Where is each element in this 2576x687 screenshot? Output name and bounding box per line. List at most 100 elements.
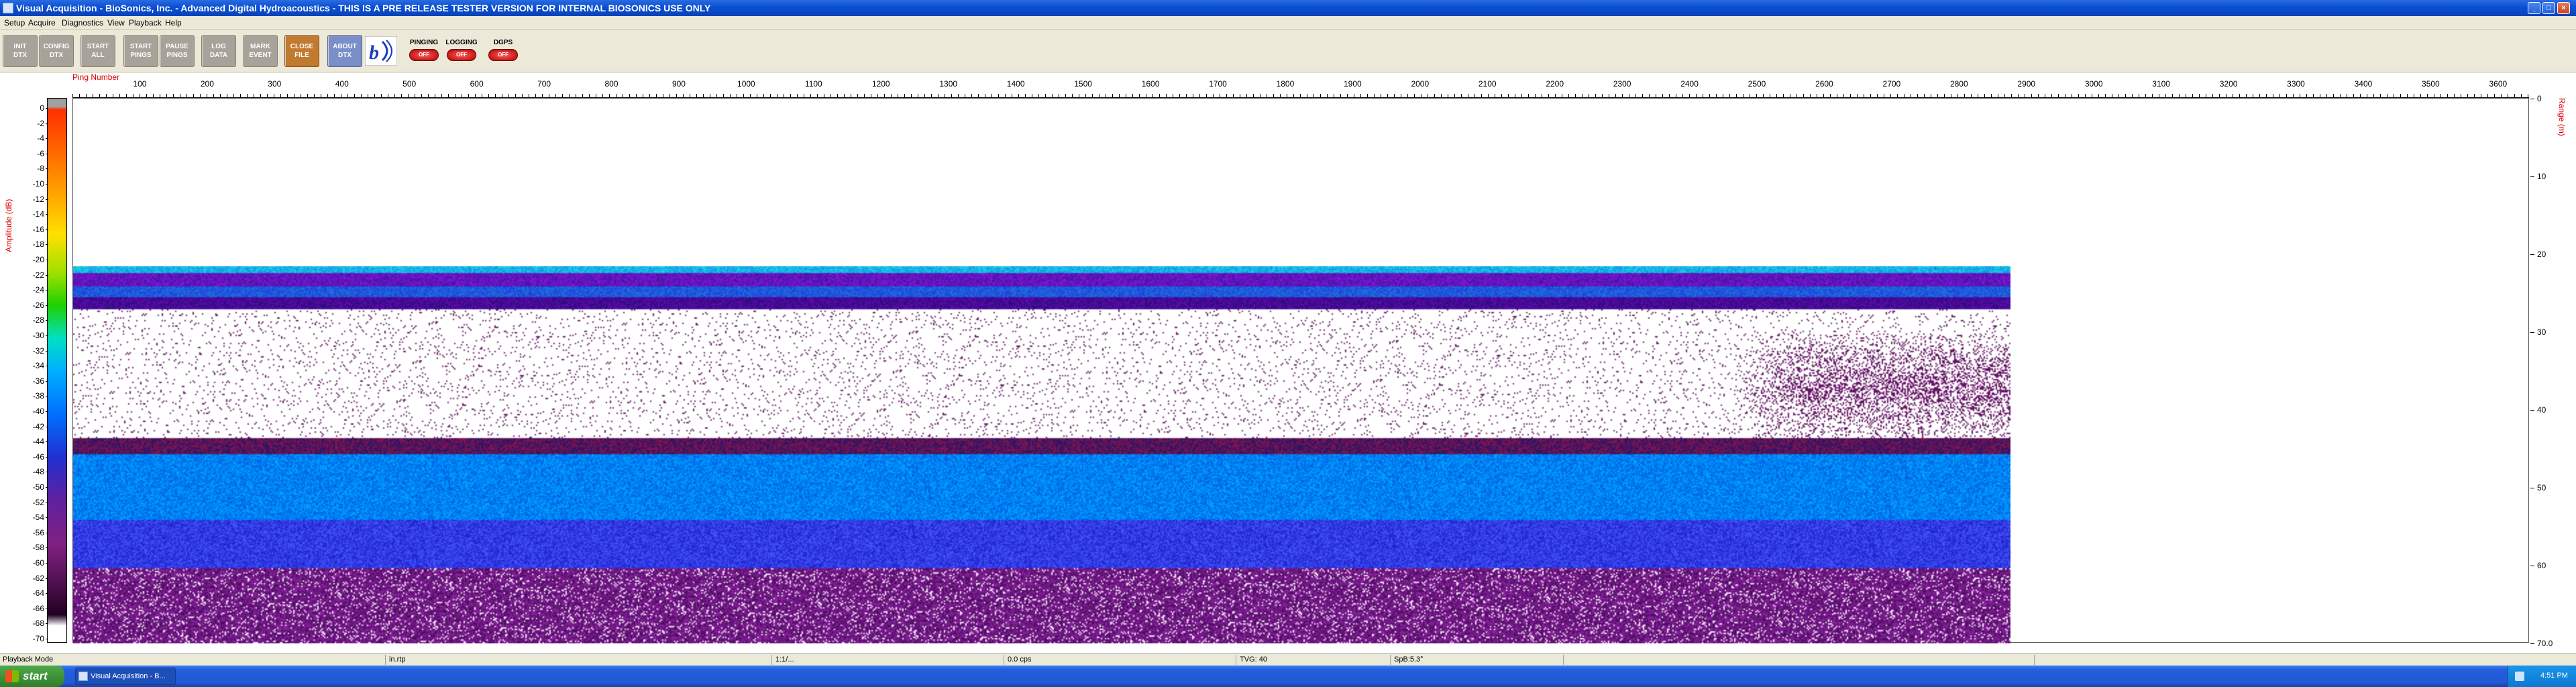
ping-tick-label: 3100: [2152, 79, 2170, 89]
ping-tick-label: 3300: [2287, 79, 2305, 89]
title-bar: Visual Acquisition - BioSonics, Inc. - A…: [0, 0, 2576, 16]
amplitude-tick-label: -64: [31, 588, 48, 598]
visual-acquisition-window: Visual Acquisition - BioSonics, Inc. - A…: [0, 0, 2576, 687]
button-label: DTX: [50, 52, 63, 59]
amplitude-tick-label: -32: [31, 346, 48, 356]
amplitude-tick-label: -24: [31, 285, 48, 295]
button-label: ABOUT: [333, 43, 357, 50]
menu-view[interactable]: View: [107, 18, 125, 28]
taskbar-item-visual-acquisition[interactable]: Visual Acquisition - B...: [75, 668, 176, 685]
menu-setup[interactable]: Setup: [4, 18, 25, 28]
logging-label: LOGGING: [445, 39, 478, 46]
ping-number-axis: 100 200 300 400 500 600 700 800 900 1000 1100 1200 1…: [0, 79, 2576, 98]
ping-tick-label: 2200: [1546, 79, 1564, 89]
amplitude-tick-label: -50: [31, 482, 48, 492]
status-divider: [2034, 655, 2035, 665]
range-tick-label: 70.0: [2530, 639, 2553, 648]
ping-tick-label: 1500: [1074, 79, 1092, 89]
button-label: DTX: [13, 52, 27, 59]
close-file-button[interactable]: CLOSE FILE: [284, 35, 319, 67]
amplitude-tick-label: -14: [31, 209, 48, 219]
range-tick-label: 20: [2530, 250, 2546, 259]
amplitude-tick-label: -16: [31, 225, 48, 234]
amplitude-tick-label: -2: [31, 119, 48, 128]
logging-led: OFF: [447, 49, 476, 61]
status-file: in.rtp: [389, 655, 406, 664]
amplitude-tick-label: -18: [31, 240, 48, 249]
ping-tick-label: 700: [537, 79, 551, 89]
status-mode: Playback Mode: [3, 655, 54, 664]
range-tick-label: 40: [2530, 405, 2546, 415]
amplitude-colorbar[interactable]: [47, 98, 67, 643]
ping-tick-label: 2100: [1478, 79, 1497, 89]
ping-tick-label: 3200: [2219, 79, 2238, 89]
amplitude-tick-label: -44: [31, 437, 48, 446]
menu-help[interactable]: Help: [165, 18, 182, 28]
clock: 4:51 PM: [2540, 672, 2568, 680]
menu-playback[interactable]: Playback: [129, 18, 162, 28]
log-data-button[interactable]: LOG DATA: [201, 35, 236, 67]
svg-text:b: b: [369, 42, 379, 64]
ping-tick-label: 600: [470, 79, 484, 89]
button-label: CONFIG: [43, 43, 70, 50]
status-divider: [1390, 655, 1391, 665]
start-button[interactable]: start: [0, 666, 64, 687]
button-label: DTX: [338, 52, 352, 59]
amplitude-tick-label: -46: [31, 452, 48, 462]
button-label: START: [129, 43, 152, 50]
amplitude-tick-label: -60: [31, 558, 48, 568]
range-tick-label: 50: [2530, 483, 2546, 492]
network-icon[interactable]: [2515, 672, 2524, 681]
button-label: LOG: [211, 43, 226, 50]
amplitude-tick-label: -40: [31, 407, 48, 416]
ping-tick-label: 2000: [1411, 79, 1430, 89]
ping-tick-label: 1700: [1209, 79, 1227, 89]
ping-tick-label: 1800: [1276, 79, 1295, 89]
pause-pings-button[interactable]: PAUSE PINGS: [160, 35, 195, 67]
amplitude-tick-label: -38: [31, 391, 48, 401]
amplitude-tick-label: -56: [31, 528, 48, 537]
close-button[interactable]: ×: [2557, 2, 2570, 14]
mark-event-button[interactable]: MARK EVENT: [243, 35, 278, 67]
logging-indicator: LOGGING OFF: [443, 35, 480, 67]
range-tick-label: 10: [2530, 172, 2546, 181]
ping-tick-label: 3500: [2422, 79, 2440, 89]
ping-tick-label: 200: [200, 79, 214, 89]
amplitude-tick-label: -48: [31, 467, 48, 476]
pinging-led: OFF: [409, 49, 439, 61]
app-icon: [78, 672, 88, 681]
range-tick-label: 30: [2530, 327, 2546, 337]
ping-tick-label: 1100: [804, 79, 822, 89]
system-tray: 4:51 PM: [2508, 666, 2576, 687]
dgps-led: OFF: [488, 49, 518, 61]
maximize-button[interactable]: □: [2542, 2, 2555, 14]
minimize-button[interactable]: _: [2528, 2, 2540, 14]
dgps-indicator: DGPS OFF: [484, 35, 522, 67]
init-dtx-button[interactable]: INIT DTX: [3, 35, 38, 67]
about-dtx-button[interactable]: ABOUT DTX: [327, 35, 362, 67]
start-pings-button[interactable]: START PINGS: [123, 35, 158, 67]
window-title: Visual Acquisition - BioSonics, Inc. - A…: [16, 3, 711, 13]
menu-diagnostics[interactable]: Diagnostics: [62, 18, 103, 28]
echogram-display[interactable]: [72, 98, 2529, 643]
config-dtx-button[interactable]: CONFIG DTX: [39, 35, 74, 67]
ping-tick-label: 2700: [1882, 79, 1901, 89]
ping-tick-label: 2600: [1815, 79, 1833, 89]
amplitude-tick-label: -8: [31, 164, 48, 173]
biosonics-logo-icon[interactable]: b: [365, 36, 397, 66]
start-all-button[interactable]: START ALL: [80, 35, 115, 67]
taskbar-item-label: Visual Acquisition - B...: [91, 672, 166, 680]
ping-tick-label: 300: [268, 79, 282, 89]
ping-tick-label: 3400: [2354, 79, 2373, 89]
amplitude-tick-label: -70: [31, 634, 48, 643]
ping-tick-label: 3000: [2084, 79, 2103, 89]
amplitude-tick-label: -30: [31, 331, 48, 340]
button-label: ALL: [91, 52, 105, 59]
menu-acquire[interactable]: Acquire: [28, 18, 56, 28]
windows-flag-icon: [5, 670, 19, 682]
amplitude-tick-label: -36: [31, 376, 48, 386]
button-label: DATA: [209, 52, 228, 59]
app-icon: [3, 3, 13, 13]
ping-tick-label: 1000: [737, 79, 755, 89]
status-divider: [1563, 655, 1564, 665]
